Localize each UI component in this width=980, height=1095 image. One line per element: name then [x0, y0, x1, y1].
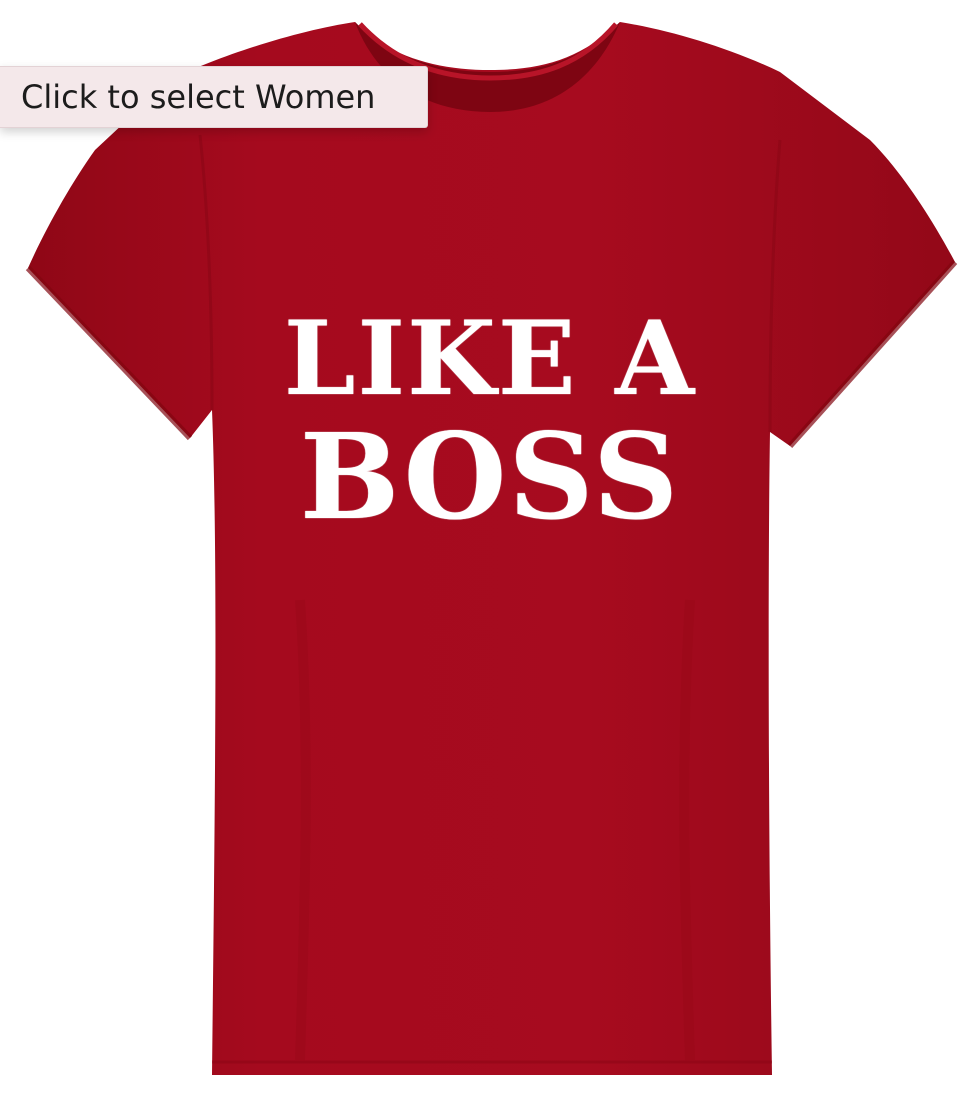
product-viewer: LIKE A BOSS Click to select Women [0, 0, 980, 1095]
select-women-tooltip[interactable]: Click to select Women [0, 66, 428, 128]
tshirt-image [25, 22, 958, 1075]
shirt-print-line-1: LIKE A [283, 299, 697, 419]
shirt-body [28, 22, 955, 1075]
tooltip-label: Click to select Women [21, 78, 376, 116]
shirt-print-line-2: BOSS [299, 407, 681, 546]
product-image[interactable]: LIKE A BOSS [0, 0, 980, 1095]
